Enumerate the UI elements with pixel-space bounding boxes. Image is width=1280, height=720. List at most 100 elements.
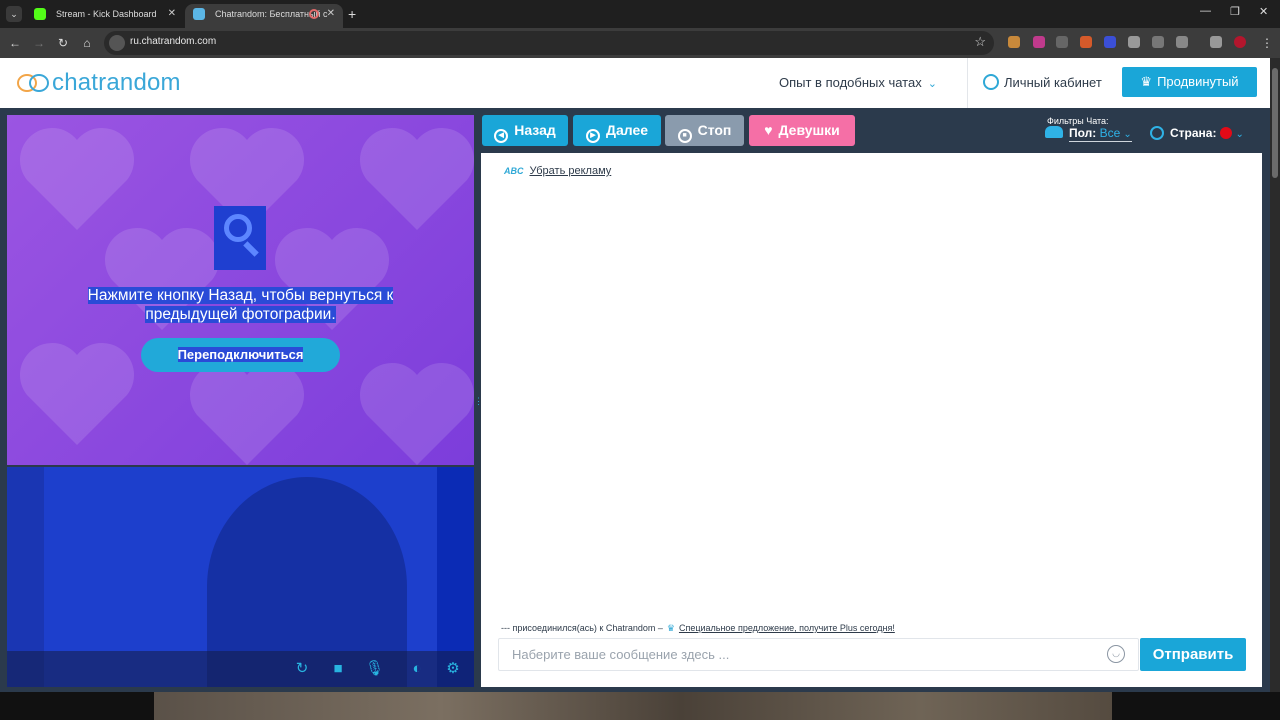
reconnect-icon[interactable]: ↻: [293, 660, 311, 678]
stop-icon: ■: [677, 129, 692, 143]
country-label: Страна:: [1170, 126, 1217, 140]
back-icon: ◀: [494, 129, 509, 143]
chat-pane: ABC Убрать рекламу --- присоединился(ась)…: [481, 153, 1262, 687]
similar-chats-menu[interactable]: Опыт в подобных чатах ⌄: [779, 75, 937, 90]
plus-offer-link[interactable]: Специальное предложение, получите Plus с…: [679, 623, 895, 633]
logo-text: chatrandom: [52, 69, 181, 96]
heart-icon: ♥: [764, 122, 773, 138]
remove-ads-link[interactable]: ABC Убрать рекламу: [504, 165, 611, 177]
media-control-icon[interactable]: [1210, 36, 1222, 48]
address-bar[interactable]: ru.chatrandom.com ☆: [104, 31, 994, 55]
forward-nav-icon[interactable]: →: [30, 34, 48, 52]
advanced-label: Продвинутый: [1157, 74, 1239, 89]
reconnect-button[interactable]: Переподключиться: [141, 338, 340, 372]
minimize-icon[interactable]: —: [1200, 5, 1211, 17]
panel-resize-handle[interactable]: ⋮: [474, 396, 483, 410]
recording-indicator-icon: [309, 9, 319, 19]
chatrandom-logo[interactable]: chatrandom: [17, 68, 181, 98]
remote-message-line2: предыдущей фотографии.: [145, 306, 336, 323]
similar-chats-label: Опыт в подобных чатах: [779, 75, 922, 90]
gender-filter[interactable]: Пол: Все ⌄: [1045, 126, 1132, 142]
next-label: Далее: [605, 122, 649, 138]
tab-chatrandom[interactable]: Chatrandom: Бесплатный с ✕: [185, 4, 343, 28]
gender-label: Пол:: [1069, 126, 1097, 140]
background-strip: [0, 692, 1280, 720]
extension-icon[interactable]: [1056, 36, 1068, 48]
site-info-icon[interactable]: [109, 35, 125, 51]
tab-kick-dashboard[interactable]: Stream - Kick Dashboard ✕: [26, 4, 184, 28]
settings-icon[interactable]: ⚙: [444, 660, 462, 678]
send-button[interactable]: Отправить: [1140, 638, 1246, 671]
heart-pattern-icon: [360, 363, 474, 465]
extensions-puzzle-icon[interactable]: [1176, 36, 1188, 48]
close-tab-icon[interactable]: ✕: [327, 4, 335, 24]
chat-filters-label: Фильтры Чата:: [1047, 116, 1109, 126]
search-heart-icon: [214, 206, 266, 270]
heart-pattern-icon: [19, 342, 135, 445]
girls-label: Девушки: [778, 122, 840, 138]
remote-message-line1: Нажмите кнопку Назад, чтобы вернуться к: [87, 287, 394, 304]
site-header: chatrandom Опыт в подобных чатах ⌄ Личный…: [0, 58, 1270, 108]
kick-favicon-icon: [34, 8, 46, 20]
emoji-icon[interactable]: ◡: [1107, 645, 1125, 663]
new-tab-button[interactable]: +: [348, 6, 356, 22]
chat-bubbles-icon: [17, 72, 51, 94]
chevron-down-icon: ⌄: [1235, 129, 1244, 140]
remove-ads-label: Убрать рекламу: [529, 165, 612, 177]
tab-title: Stream - Kick Dashboard: [56, 9, 157, 19]
scrollbar-thumb[interactable]: [1272, 68, 1278, 178]
remote-status-message: Нажмите кнопку Назад, чтобы вернуться к …: [7, 286, 474, 324]
local-video-panel: ↻ ■ 🎙 ◐ ⚙: [7, 467, 474, 687]
reload-icon[interactable]: ↻: [54, 34, 72, 52]
browser-tabbar: ⌄ Stream - Kick Dashboard ✕ Chatrandom: …: [0, 0, 1280, 28]
stop-label: Стоп: [697, 122, 732, 138]
girls-button[interactable]: ♥ Девушки: [749, 115, 855, 146]
extension-icon[interactable]: [1008, 36, 1020, 48]
message-input[interactable]: [498, 638, 1139, 671]
next-icon: ▶: [585, 129, 600, 143]
system-message: --- присоединился(ась) к Chatrandom – ♛ Сп…: [501, 623, 895, 634]
background-photo: [154, 692, 1112, 720]
camera-icon[interactable]: ■: [329, 660, 347, 678]
heart-pattern-icon: [189, 362, 305, 465]
profile-avatar[interactable]: [1234, 36, 1246, 48]
extension-icon[interactable]: [1152, 36, 1164, 48]
browser-toolbar: ← → ↻ ⌂ ru.chatrandom.com ☆ ⋮: [0, 28, 1280, 58]
chatrandom-page: chatrandom Опыт в подобных чатах ⌄ Личный…: [0, 58, 1270, 692]
stop-button[interactable]: ■ Стоп: [665, 115, 744, 146]
advanced-button[interactable]: ♛ Продвинутый: [1122, 67, 1257, 97]
bookmark-star-icon[interactable]: ☆: [974, 34, 986, 50]
turkey-flag-icon: [1220, 127, 1233, 139]
microphone-icon[interactable]: 🎙: [365, 660, 384, 678]
account-link[interactable]: Личный кабинет: [983, 74, 1102, 90]
browser-menu-icon[interactable]: ⋮: [1258, 34, 1276, 52]
back-nav-icon[interactable]: ←: [6, 34, 24, 52]
tab-search-icon[interactable]: ⌄: [6, 6, 22, 22]
chevron-down-icon: ⌄: [927, 78, 937, 90]
chevron-down-icon: ⌄: [1123, 129, 1132, 140]
globe-icon: [1150, 126, 1164, 140]
account-label: Личный кабинет: [1004, 75, 1102, 90]
extension-icon[interactable]: [1033, 36, 1045, 48]
heart-pattern-icon: [19, 127, 135, 230]
next-button[interactable]: ▶ Далее: [573, 115, 661, 146]
crown-icon: ♛: [666, 623, 675, 633]
mask-icon[interactable]: ◐: [405, 660, 429, 678]
heart-pattern-icon: [360, 128, 474, 230]
back-button[interactable]: ◀ Назад: [482, 115, 568, 146]
remote-video-panel: Нажмите кнопку Назад, чтобы вернуться к …: [7, 115, 474, 465]
home-icon[interactable]: ⌂: [78, 34, 96, 52]
extension-icon[interactable]: [1080, 36, 1092, 48]
system-message-text: --- присоединился(ась) к Chatrandom –: [501, 623, 663, 633]
close-window-icon[interactable]: ✕: [1259, 5, 1268, 18]
user-icon: [983, 74, 999, 90]
extension-icon[interactable]: [1128, 36, 1140, 48]
page-scrollbar[interactable]: [1270, 58, 1280, 692]
country-filter[interactable]: Страна: ⌄: [1150, 126, 1244, 140]
video-controls-bar: ↻ ■ 🎙 ◐ ⚙: [7, 651, 474, 687]
header-divider: [967, 58, 968, 108]
extension-icon[interactable]: [1104, 36, 1116, 48]
back-label: Назад: [514, 122, 556, 138]
close-tab-icon[interactable]: ✕: [168, 4, 176, 24]
restore-icon[interactable]: ❐: [1230, 5, 1240, 18]
